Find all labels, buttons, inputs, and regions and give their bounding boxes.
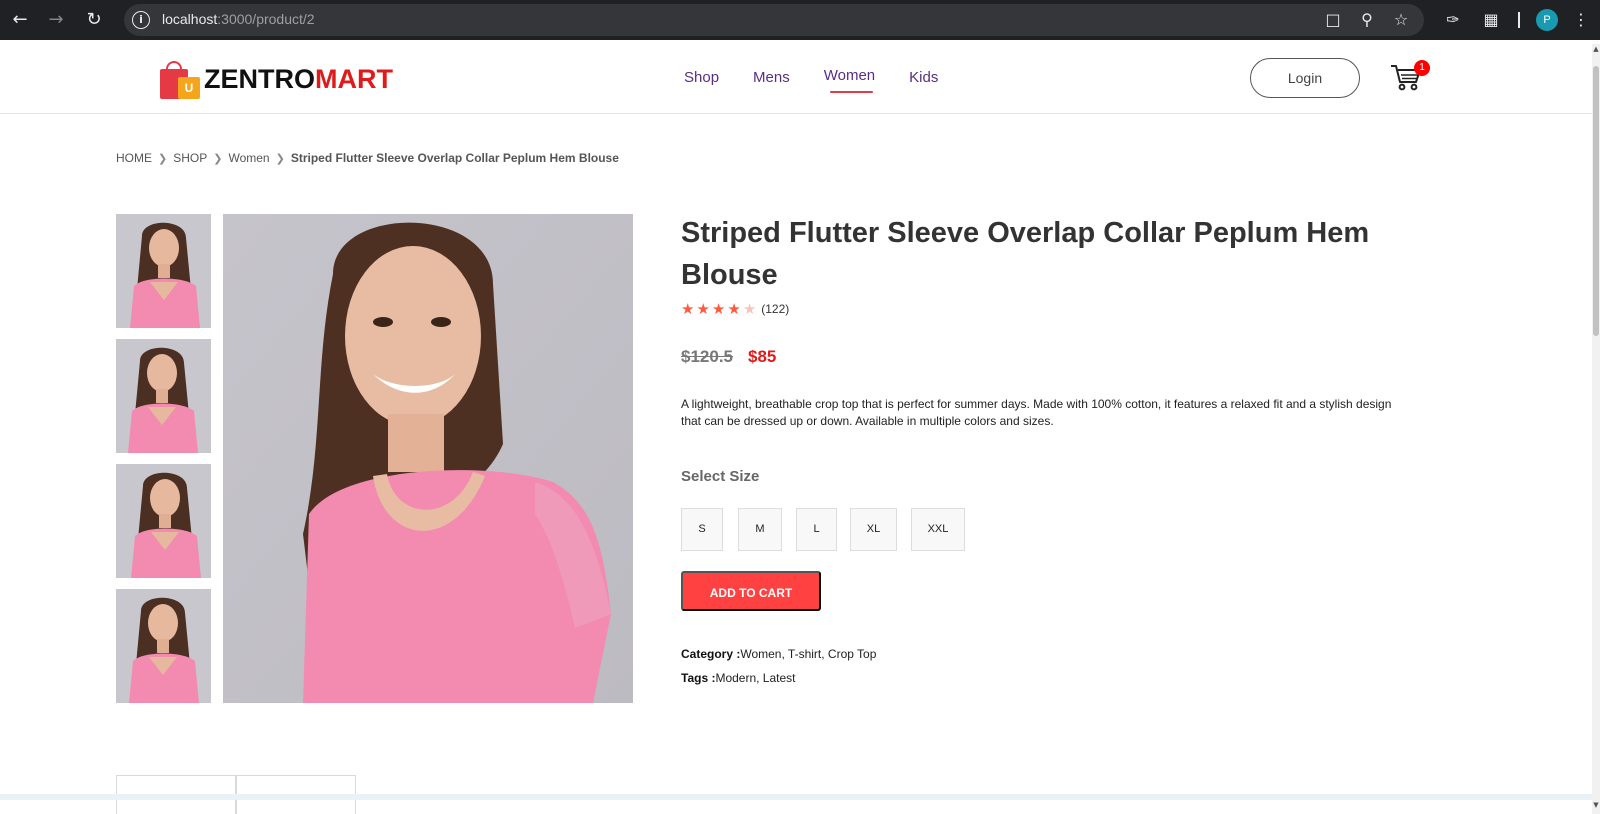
price-old: $120.5 <box>681 347 733 366</box>
scroll-up-icon[interactable]: ▲ <box>1592 44 1600 54</box>
tags-value: Modern, Latest <box>715 671 796 685</box>
star-filled-icon: ★ <box>727 300 741 318</box>
site-info-icon[interactable]: i <box>132 11 150 29</box>
reload-icon[interactable]: ↻ <box>82 8 106 32</box>
star-filled-icon: ★ <box>681 300 695 318</box>
product-thumbnail-3[interactable] <box>116 464 211 578</box>
url-host: localhost <box>162 11 218 27</box>
address-bar[interactable]: i localhost:3000/product/2 □ ⚲ ☆ <box>124 4 1424 36</box>
size-option-m[interactable]: M <box>738 508 782 551</box>
breadcrumb-category[interactable]: Women <box>228 151 269 165</box>
logo-text: ZENTROMART <box>204 64 393 95</box>
tags-key: Tags : <box>681 671 716 685</box>
toolbar-divider <box>1518 12 1520 28</box>
product-rating: ★ ★ ★ ★ ★ (122) <box>681 301 789 317</box>
back-icon[interactable]: ← <box>8 8 32 32</box>
profile-avatar[interactable]: P <box>1536 9 1558 31</box>
site-logo[interactable]: U ZENTROMART <box>160 58 393 100</box>
url-text[interactable]: localhost:3000/product/2 <box>162 11 315 27</box>
scrollbar-thumb[interactable] <box>1593 66 1599 336</box>
product-thumbnail-1[interactable] <box>116 214 211 328</box>
product-description: A lightweight, breathable crop top that … <box>681 397 1392 428</box>
site-header: U ZENTROMART Shop Mens Women Kids Login … <box>0 44 1592 114</box>
url-path: :3000/product/2 <box>217 11 315 27</box>
login-button[interactable]: Login <box>1250 58 1360 98</box>
product-thumbnail-2[interactable] <box>116 339 211 453</box>
nav-kids[interactable]: Kids <box>909 66 938 96</box>
shopping-bag-logo-icon: U <box>160 59 202 99</box>
cart-button[interactable]: 1 <box>1390 60 1430 96</box>
size-option-l[interactable]: L <box>796 508 837 551</box>
size-option-s[interactable]: S <box>681 508 723 551</box>
logo-text-part2: MART <box>315 63 393 94</box>
chevron-right-icon: ❯ <box>213 152 223 165</box>
star-filled-icon: ★ <box>696 300 710 318</box>
page-viewport: U ZENTROMART Shop Mens Women Kids Login … <box>0 44 1600 814</box>
nav-women[interactable]: Women <box>824 64 875 94</box>
product-main-image[interactable] <box>223 214 633 703</box>
size-option-xl[interactable]: XL <box>850 508 897 551</box>
price-new: $85 <box>748 347 777 366</box>
category-key: Category : <box>681 647 741 661</box>
page-bottom-strip <box>0 794 1592 800</box>
select-size-label: Select Size <box>681 468 760 485</box>
chevron-right-icon: ❯ <box>275 152 285 165</box>
size-option-xxl[interactable]: XXL <box>911 508 965 551</box>
scroll-down-icon[interactable]: ▼ <box>1592 800 1600 810</box>
breadcrumb: HOME ❯ SHOP ❯ Women ❯ Striped Flutter Sl… <box>116 151 619 165</box>
product-title: Striped Flutter Sleeve Overlap Collar Pe… <box>681 217 1370 291</box>
page-scrollbar[interactable] <box>1592 44 1600 814</box>
menu-kebab-icon[interactable]: ⋮ <box>1570 9 1592 31</box>
breadcrumb-shop[interactable]: SHOP <box>173 151 207 165</box>
add-to-cart-button[interactable]: ADD TO CART <box>681 571 821 611</box>
logo-text-part1: ZENTRO <box>204 63 315 94</box>
eyedropper-icon[interactable]: ✑ <box>1442 9 1464 31</box>
nav-mens[interactable]: Mens <box>753 66 790 96</box>
forward-icon[interactable]: → <box>44 8 68 32</box>
install-app-icon[interactable]: □ <box>1323 10 1343 30</box>
product-category: Category :Women, T-shirt, Crop Top <box>681 647 876 661</box>
star-empty-icon: ★ <box>742 300 757 318</box>
chevron-right-icon: ❯ <box>158 152 168 165</box>
main-nav: Shop Mens Women Kids <box>684 66 972 96</box>
breadcrumb-home[interactable]: HOME <box>116 151 152 165</box>
star-filled-icon: ★ <box>711 300 726 318</box>
product-thumbnail-4[interactable] <box>116 589 211 703</box>
zoom-icon[interactable]: ⚲ <box>1357 10 1377 30</box>
cart-count-badge: 1 <box>1414 60 1430 76</box>
browser-toolbar: ← → ↻ i localhost:3000/product/2 □ ⚲ ☆ ✑… <box>0 0 1600 40</box>
extensions-icon[interactable]: ▦ <box>1480 9 1502 31</box>
product-tags: Tags :Modern, Latest <box>681 671 796 685</box>
category-value: Women, T-shirt, Crop Top <box>740 647 877 661</box>
bookmark-star-icon[interactable]: ☆ <box>1391 10 1411 30</box>
nav-shop[interactable]: Shop <box>684 66 719 96</box>
review-count: (122) <box>761 302 790 316</box>
breadcrumb-current: Striped Flutter Sleeve Overlap Collar Pe… <box>290 151 619 165</box>
